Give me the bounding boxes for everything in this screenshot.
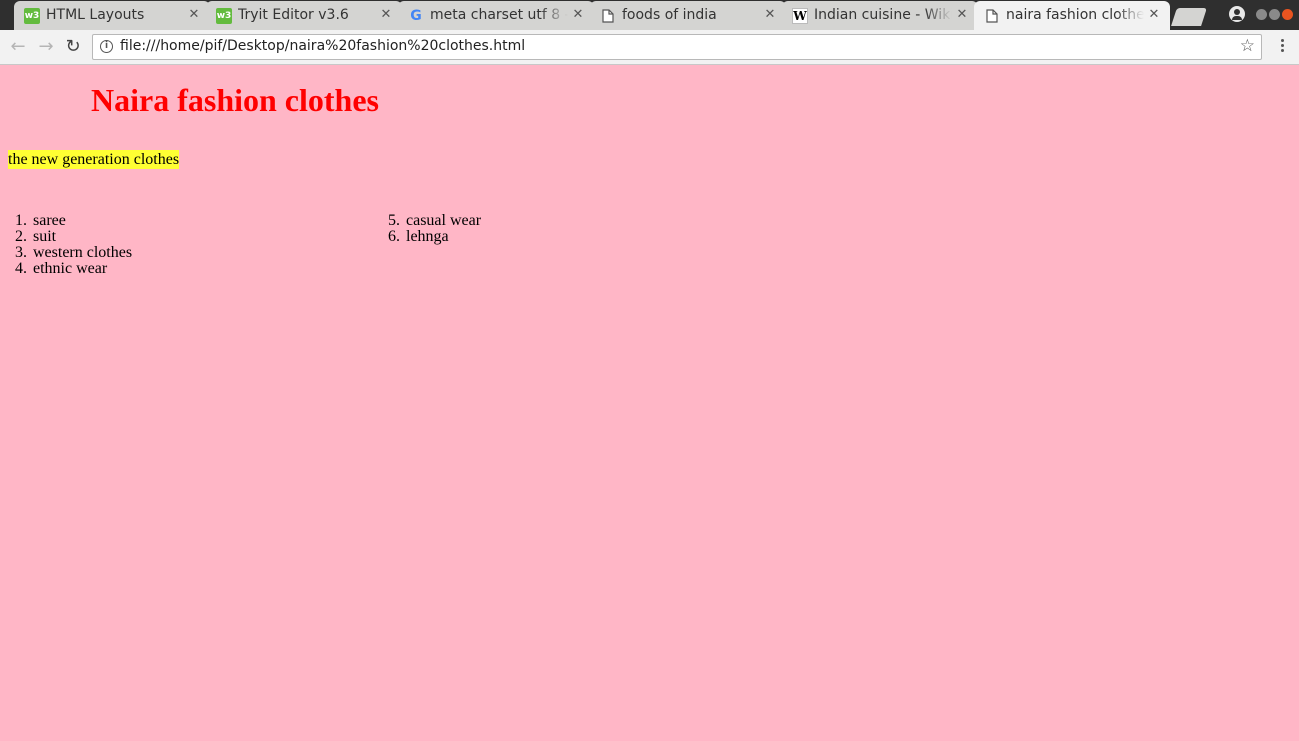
browser-toolbar: ← → ↻ i file:///home/pif/Desktop/naira%2… — [0, 30, 1299, 65]
tab-title: meta charset utf 8 - — [430, 7, 568, 23]
tab-tryit-editor[interactable]: w3 Tryit Editor v3.6 ✕ — [206, 1, 402, 30]
menu-dots-icon[interactable] — [1275, 39, 1289, 57]
list-item: 1. saree — [15, 212, 66, 229]
page-content: Naira fashion clothes the new generation… — [0, 66, 1299, 741]
list-item: 2. suit — [15, 228, 57, 245]
document-icon — [984, 8, 1000, 24]
url-text[interactable]: file:///home/pif/Desktop/naira%20fashion… — [120, 38, 525, 54]
tab-html-layouts[interactable]: w3 HTML Layouts ✕ — [14, 1, 210, 30]
tab-indian-cuisine[interactable]: W Indian cuisine - Wiki ✕ — [782, 1, 978, 30]
list-item: 5. casual wear — [388, 212, 482, 229]
wikipedia-icon: W — [792, 8, 808, 24]
close-tab-icon[interactable]: ✕ — [571, 6, 585, 24]
w3schools-icon: w3 — [24, 8, 40, 24]
tab-strip: w3 HTML Layouts ✕ w3 Tryit Editor v3.6 ✕… — [0, 0, 1299, 30]
close-tab-icon[interactable]: ✕ — [955, 6, 969, 24]
tab-naira-fashion[interactable]: naira fashion clothes ✕ — [974, 1, 1170, 30]
minimize-window-icon[interactable] — [1256, 9, 1267, 20]
tab-title: foods of india — [622, 7, 717, 23]
close-tab-icon[interactable]: ✕ — [379, 6, 393, 24]
w3schools-icon: w3 — [216, 8, 232, 24]
tab-title: Indian cuisine - Wiki — [814, 7, 952, 23]
maximize-window-icon[interactable] — [1269, 9, 1280, 20]
list-item: 4. ethnic wear — [15, 260, 108, 277]
document-icon — [600, 8, 616, 24]
bookmark-star-icon[interactable]: ☆ — [1240, 36, 1255, 56]
list-item: 3. western clothes — [15, 244, 133, 261]
profile-icon[interactable] — [1229, 6, 1245, 22]
close-window-icon[interactable] — [1282, 9, 1293, 20]
close-tab-icon[interactable]: ✕ — [763, 6, 777, 24]
tab-title: HTML Layouts — [46, 7, 145, 23]
close-tab-icon[interactable]: ✕ — [187, 6, 201, 24]
page-title: Naira fashion clothes — [91, 82, 379, 118]
new-tab-button[interactable] — [1171, 8, 1207, 26]
google-icon: G — [410, 8, 422, 24]
forward-arrow-icon[interactable]: → — [36, 37, 56, 57]
tab-title: naira fashion clothes — [1006, 7, 1144, 23]
tab-foods-of-india[interactable]: foods of india ✕ — [590, 1, 786, 30]
tagline: the new generation clothes — [8, 150, 180, 169]
clothes-list-left: 1. saree 2. suit 3. western clothes 4. ethni… — [7, 213, 132, 277]
back-arrow-icon[interactable]: ← — [8, 37, 28, 57]
clothes-list-right: 5. casual wear 6. lehnga — [380, 213, 481, 245]
tab-title: Tryit Editor v3.6 — [238, 7, 349, 23]
address-bar[interactable]: i file:///home/pif/Desktop/naira%20fashi… — [92, 34, 1262, 60]
close-tab-icon[interactable]: ✕ — [1147, 6, 1161, 24]
list-item: 6. lehnga — [388, 228, 449, 245]
tab-meta-charset[interactable]: G meta charset utf 8 - ✕ — [398, 1, 594, 30]
reload-icon[interactable]: ↻ — [63, 37, 83, 57]
info-icon[interactable]: i — [100, 40, 113, 53]
